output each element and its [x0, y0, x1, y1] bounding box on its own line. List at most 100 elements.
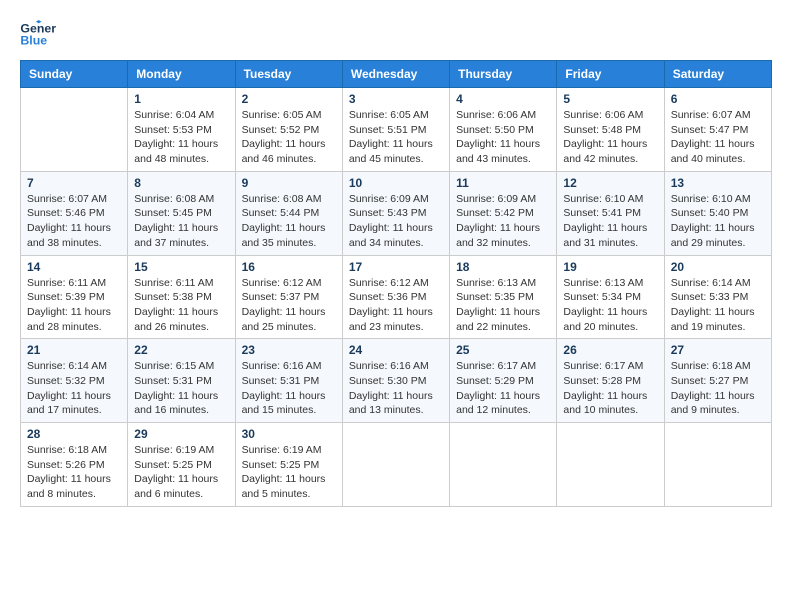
- day-info: Sunrise: 6:17 AMSunset: 5:28 PMDaylight:…: [563, 359, 657, 418]
- calendar-cell: 30Sunrise: 6:19 AMSunset: 5:25 PMDayligh…: [235, 423, 342, 507]
- day-number: 8: [134, 176, 228, 190]
- day-info: Sunrise: 6:13 AMSunset: 5:34 PMDaylight:…: [563, 276, 657, 335]
- calendar-cell: 28 Sunrise: 6:18 AMSunset: 5:26 PMDayligh…: [21, 423, 128, 507]
- day-number: 22: [134, 343, 228, 357]
- calendar-week-row: 1Sunrise: 6:04 AMSunset: 5:53 PMDaylight…: [21, 88, 772, 172]
- day-number: 5: [563, 92, 657, 106]
- calendar-cell: 22 Sunrise: 6:15 AMSunset: 5:31 PMDayligh…: [128, 339, 235, 423]
- calendar-cell: 16Sunrise: 6:12 AMSunset: 5:37 PMDayligh…: [235, 255, 342, 339]
- calendar-cell: 14 Sunrise: 6:11 AMSunset: 5:39 PMDayligh…: [21, 255, 128, 339]
- header-friday: Friday: [557, 61, 664, 88]
- day-number: 3: [349, 92, 443, 106]
- calendar-cell: 20 Sunrise: 6:14 AMSunset: 5:33 PMDayligh…: [664, 255, 771, 339]
- day-info: Sunrise: 6:15 AMSunset: 5:31 PMDaylight:…: [134, 359, 228, 418]
- calendar-cell: 27Sunrise: 6:18 AMSunset: 5:27 PMDayligh…: [664, 339, 771, 423]
- calendar-week-row: 14 Sunrise: 6:11 AMSunset: 5:39 PMDayligh…: [21, 255, 772, 339]
- day-info: Sunrise: 6:18 AMSunset: 5:26 PMDaylight:…: [27, 443, 121, 502]
- day-number: 15: [134, 260, 228, 274]
- calendar-cell: 12 Sunrise: 6:10 AMSunset: 5:41 PMDayligh…: [557, 171, 664, 255]
- svg-text:Blue: Blue: [20, 34, 47, 48]
- calendar-cell: 4 Sunrise: 6:06 AMSunset: 5:50 PMDaylight…: [450, 88, 557, 172]
- calendar-cell: 3Sunrise: 6:05 AMSunset: 5:51 PMDaylight…: [342, 88, 449, 172]
- day-info: Sunrise: 6:07 AMSunset: 5:46 PMDaylight:…: [27, 192, 121, 251]
- day-info: Sunrise: 6:13 AMSunset: 5:35 PMDaylight:…: [456, 276, 550, 335]
- calendar-cell: [450, 423, 557, 507]
- day-info: Sunrise: 6:11 AMSunset: 5:38 PMDaylight:…: [134, 276, 228, 335]
- calendar-cell: 7 Sunrise: 6:07 AMSunset: 5:46 PMDaylight…: [21, 171, 128, 255]
- calendar-cell: 15 Sunrise: 6:11 AMSunset: 5:38 PMDayligh…: [128, 255, 235, 339]
- calendar-cell: 17 Sunrise: 6:12 AMSunset: 5:36 PMDayligh…: [342, 255, 449, 339]
- day-info: Sunrise: 6:10 AMSunset: 5:41 PMDaylight:…: [563, 192, 657, 251]
- calendar-cell: [557, 423, 664, 507]
- day-number: 26: [563, 343, 657, 357]
- day-info: Sunrise: 6:07 AMSunset: 5:47 PMDaylight:…: [671, 108, 765, 167]
- calendar-cell: 1Sunrise: 6:04 AMSunset: 5:53 PMDaylight…: [128, 88, 235, 172]
- calendar-cell: 8 Sunrise: 6:08 AMSunset: 5:45 PMDaylight…: [128, 171, 235, 255]
- day-number: 30: [242, 427, 336, 441]
- page-header: General Blue: [20, 20, 772, 50]
- calendar-cell: 18 Sunrise: 6:13 AMSunset: 5:35 PMDayligh…: [450, 255, 557, 339]
- day-info: Sunrise: 6:09 AMSunset: 5:42 PMDaylight:…: [456, 192, 550, 251]
- day-info: Sunrise: 6:09 AMSunset: 5:43 PMDaylight:…: [349, 192, 443, 251]
- day-number: 6: [671, 92, 765, 106]
- day-number: 28: [27, 427, 121, 441]
- calendar-cell: 13Sunrise: 6:10 AMSunset: 5:40 PMDayligh…: [664, 171, 771, 255]
- day-number: 17: [349, 260, 443, 274]
- logo-icon: General Blue: [20, 20, 56, 50]
- day-info: Sunrise: 6:17 AMSunset: 5:29 PMDaylight:…: [456, 359, 550, 418]
- day-info: Sunrise: 6:06 AMSunset: 5:48 PMDaylight:…: [563, 108, 657, 167]
- day-info: Sunrise: 6:19 AMSunset: 5:25 PMDaylight:…: [134, 443, 228, 502]
- day-number: 24: [349, 343, 443, 357]
- day-number: 2: [242, 92, 336, 106]
- header-thursday: Thursday: [450, 61, 557, 88]
- day-number: 4: [456, 92, 550, 106]
- day-info: Sunrise: 6:12 AMSunset: 5:36 PMDaylight:…: [349, 276, 443, 335]
- header-sunday: Sunday: [21, 61, 128, 88]
- calendar-cell: 24 Sunrise: 6:16 AMSunset: 5:30 PMDayligh…: [342, 339, 449, 423]
- day-number: 10: [349, 176, 443, 190]
- day-number: 25: [456, 343, 550, 357]
- day-info: Sunrise: 6:10 AMSunset: 5:40 PMDaylight:…: [671, 192, 765, 251]
- day-number: 18: [456, 260, 550, 274]
- calendar-cell: 9 Sunrise: 6:08 AMSunset: 5:44 PMDaylight…: [235, 171, 342, 255]
- header-tuesday: Tuesday: [235, 61, 342, 88]
- calendar-week-row: 28 Sunrise: 6:18 AMSunset: 5:26 PMDayligh…: [21, 423, 772, 507]
- day-number: 7: [27, 176, 121, 190]
- calendar-cell: 19 Sunrise: 6:13 AMSunset: 5:34 PMDayligh…: [557, 255, 664, 339]
- calendar-cell: [21, 88, 128, 172]
- day-number: 29: [134, 427, 228, 441]
- day-info: Sunrise: 6:14 AMSunset: 5:33 PMDaylight:…: [671, 276, 765, 335]
- calendar-cell: 29 Sunrise: 6:19 AMSunset: 5:25 PMDayligh…: [128, 423, 235, 507]
- day-info: Sunrise: 6:14 AMSunset: 5:32 PMDaylight:…: [27, 359, 121, 418]
- day-info: Sunrise: 6:08 AMSunset: 5:44 PMDaylight:…: [242, 192, 336, 251]
- calendar-cell: 10 Sunrise: 6:09 AMSunset: 5:43 PMDayligh…: [342, 171, 449, 255]
- day-number: 9: [242, 176, 336, 190]
- day-number: 14: [27, 260, 121, 274]
- day-number: 21: [27, 343, 121, 357]
- day-info: Sunrise: 6:16 AMSunset: 5:31 PMDaylight:…: [242, 359, 336, 418]
- day-info: Sunrise: 6:06 AMSunset: 5:50 PMDaylight:…: [456, 108, 550, 167]
- header-monday: Monday: [128, 61, 235, 88]
- day-info: Sunrise: 6:05 AMSunset: 5:52 PMDaylight:…: [242, 108, 336, 167]
- calendar-week-row: 7 Sunrise: 6:07 AMSunset: 5:46 PMDaylight…: [21, 171, 772, 255]
- logo: General Blue: [20, 20, 60, 50]
- calendar-cell: [342, 423, 449, 507]
- day-number: 16: [242, 260, 336, 274]
- calendar-cell: 5 Sunrise: 6:06 AMSunset: 5:48 PMDaylight…: [557, 88, 664, 172]
- calendar-cell: 2 Sunrise: 6:05 AMSunset: 5:52 PMDaylight…: [235, 88, 342, 172]
- day-info: Sunrise: 6:11 AMSunset: 5:39 PMDaylight:…: [27, 276, 121, 335]
- day-info: Sunrise: 6:16 AMSunset: 5:30 PMDaylight:…: [349, 359, 443, 418]
- calendar-header-row: SundayMondayTuesdayWednesdayThursdayFrid…: [21, 61, 772, 88]
- calendar-cell: 23 Sunrise: 6:16 AMSunset: 5:31 PMDayligh…: [235, 339, 342, 423]
- header-wednesday: Wednesday: [342, 61, 449, 88]
- calendar-cell: 26 Sunrise: 6:17 AMSunset: 5:28 PMDayligh…: [557, 339, 664, 423]
- calendar-cell: 25 Sunrise: 6:17 AMSunset: 5:29 PMDayligh…: [450, 339, 557, 423]
- day-number: 19: [563, 260, 657, 274]
- day-number: 20: [671, 260, 765, 274]
- day-info: Sunrise: 6:04 AMSunset: 5:53 PMDaylight:…: [134, 108, 228, 167]
- header-saturday: Saturday: [664, 61, 771, 88]
- day-info: Sunrise: 6:08 AMSunset: 5:45 PMDaylight:…: [134, 192, 228, 251]
- day-number: 23: [242, 343, 336, 357]
- day-number: 12: [563, 176, 657, 190]
- calendar-cell: 11Sunrise: 6:09 AMSunset: 5:42 PMDayligh…: [450, 171, 557, 255]
